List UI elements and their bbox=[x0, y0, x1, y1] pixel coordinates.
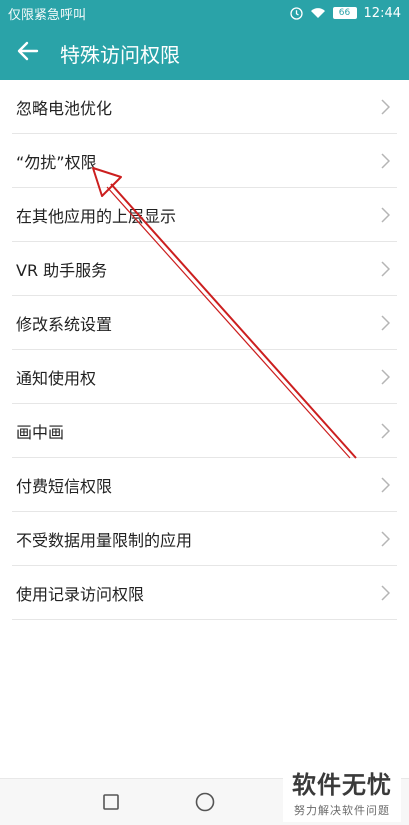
list-item-battery-optimization[interactable]: 忽略电池优化 bbox=[0, 80, 409, 134]
clock: 12:44 bbox=[363, 5, 401, 21]
wifi-icon bbox=[310, 7, 326, 19]
back-arrow-icon bbox=[17, 41, 39, 65]
home-circle-icon[interactable] bbox=[193, 790, 217, 814]
status-bar: 仅限紧急呼叫 66 12:44 bbox=[0, 0, 409, 26]
carrier-text: 仅限紧急呼叫 bbox=[8, 7, 87, 23]
chevron-right-icon bbox=[379, 476, 391, 494]
list-item-premium-sms[interactable]: 付费短信权限 bbox=[0, 458, 409, 512]
watermark: 软件无忧 努力解决软件问题 bbox=[283, 760, 401, 822]
list-item-notification-access[interactable]: 通知使用权 bbox=[0, 350, 409, 404]
app-bar: 特殊访问权限 bbox=[0, 26, 409, 80]
list-item-display-over-apps[interactable]: 在其他应用的上层显示 bbox=[0, 188, 409, 242]
chevron-right-icon bbox=[379, 368, 391, 386]
chevron-right-icon bbox=[379, 206, 391, 224]
list-item-label: 在其他应用的上层显示 bbox=[16, 207, 177, 226]
chevron-right-icon bbox=[379, 584, 391, 602]
status-icons: 66 12:44 bbox=[289, 5, 401, 21]
list-item-label: 付费短信权限 bbox=[16, 477, 113, 496]
recents-square-icon[interactable] bbox=[99, 790, 123, 814]
list-item-unrestricted-data[interactable]: 不受数据用量限制的应用 bbox=[0, 512, 409, 566]
list-item-vr-helper[interactable]: VR 助手服务 bbox=[0, 242, 409, 296]
chevron-right-icon bbox=[379, 422, 391, 440]
list-item-label: 通知使用权 bbox=[16, 369, 97, 388]
list-item-label: “勿扰”权限 bbox=[16, 153, 97, 172]
page-title: 特殊访问权限 bbox=[60, 42, 180, 67]
battery-icon: 66 bbox=[332, 7, 357, 19]
battery-level: 66 bbox=[338, 8, 351, 18]
settings-list: 忽略电池优化 “勿扰”权限 在其他应用的上层显示 VR 助手服务 修改系统设置 … bbox=[0, 80, 409, 620]
back-button[interactable] bbox=[0, 26, 56, 80]
chevron-right-icon bbox=[379, 530, 391, 548]
list-item-label: 画中画 bbox=[16, 423, 65, 442]
watermark-subtitle: 努力解决软件问题 bbox=[294, 803, 390, 817]
list-item-label: 不受数据用量限制的应用 bbox=[16, 531, 193, 550]
list-item-modify-system-settings[interactable]: 修改系统设置 bbox=[0, 296, 409, 350]
watermark-title: 软件无忧 bbox=[292, 770, 392, 799]
list-item-dnd-permission[interactable]: “勿扰”权限 bbox=[0, 134, 409, 188]
list-item-picture-in-picture[interactable]: 画中画 bbox=[0, 404, 409, 458]
list-item-label: 修改系统设置 bbox=[16, 315, 113, 334]
chevron-right-icon bbox=[379, 260, 391, 278]
chevron-right-icon bbox=[379, 314, 391, 332]
list-item-label: VR 助手服务 bbox=[16, 261, 108, 280]
dnd-icon bbox=[289, 6, 303, 20]
chevron-right-icon bbox=[379, 98, 391, 116]
list-item-usage-access[interactable]: 使用记录访问权限 bbox=[0, 566, 409, 620]
list-item-label: 忽略电池优化 bbox=[16, 99, 113, 118]
list-item-label: 使用记录访问权限 bbox=[16, 585, 145, 604]
chevron-right-icon bbox=[379, 152, 391, 170]
